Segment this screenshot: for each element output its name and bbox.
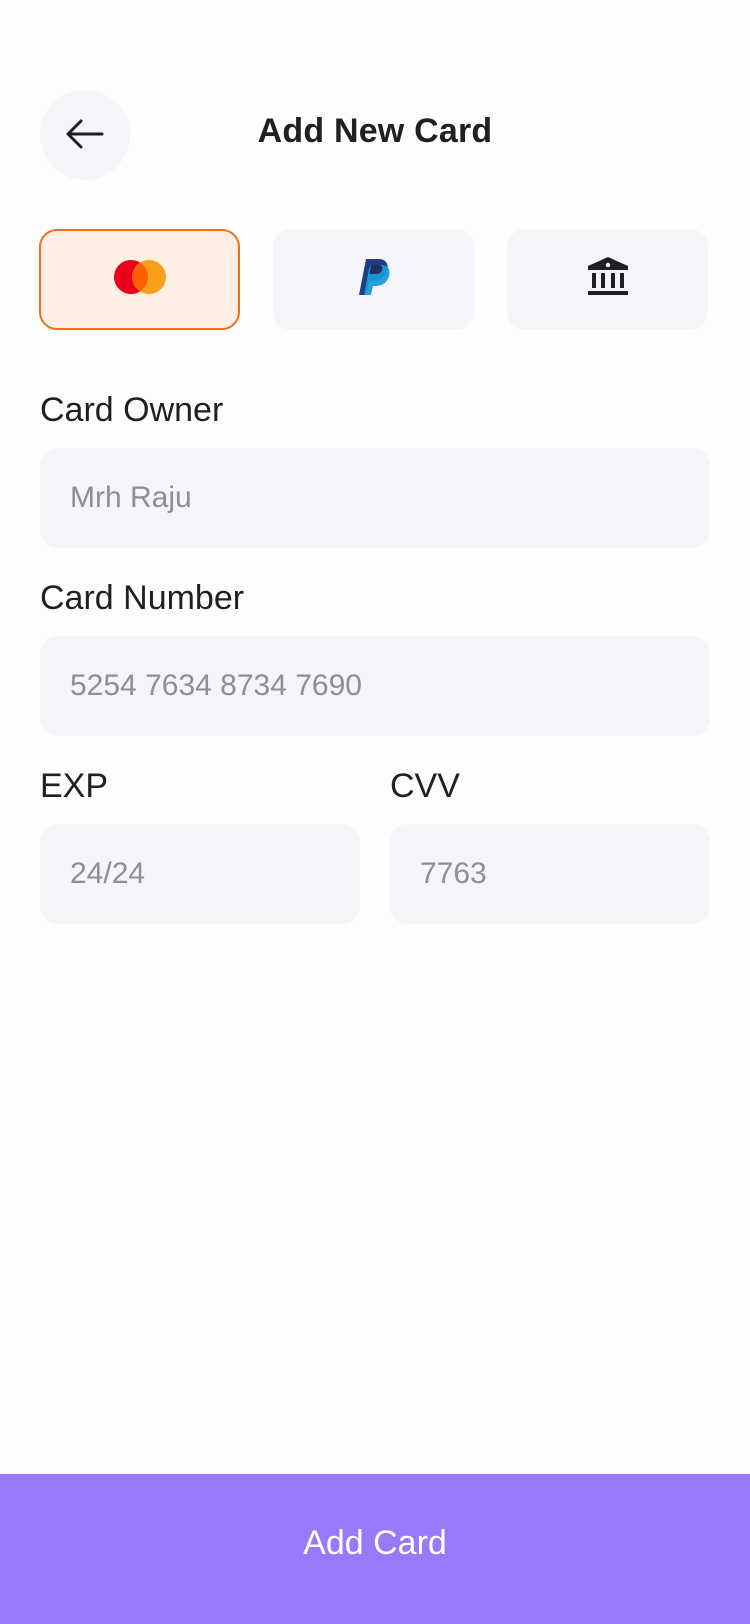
add-card-button[interactable]: Add Card bbox=[0, 1474, 750, 1624]
card-number-input[interactable] bbox=[40, 636, 710, 736]
card-number-label: Card Number bbox=[40, 579, 245, 617]
add-card-screen: Add New Card Card Owner Mrh Raju Card Nu… bbox=[0, 0, 750, 1624]
mastercard-icon bbox=[113, 259, 167, 300]
payment-method-paypal[interactable] bbox=[273, 229, 474, 330]
exp-label: EXP bbox=[40, 767, 109, 805]
cvv-label: CVV bbox=[390, 767, 460, 805]
payment-method-bank[interactable] bbox=[507, 229, 708, 330]
paypal-icon bbox=[356, 257, 392, 302]
exp-input[interactable] bbox=[40, 824, 360, 924]
page-title: Add New Card bbox=[257, 112, 493, 150]
cvv-input[interactable] bbox=[390, 824, 710, 924]
payment-method-mastercard[interactable] bbox=[39, 229, 240, 330]
bank-icon bbox=[587, 256, 629, 303]
card-owner-input[interactable] bbox=[40, 448, 710, 548]
card-owner-label: Card Owner bbox=[40, 391, 224, 429]
